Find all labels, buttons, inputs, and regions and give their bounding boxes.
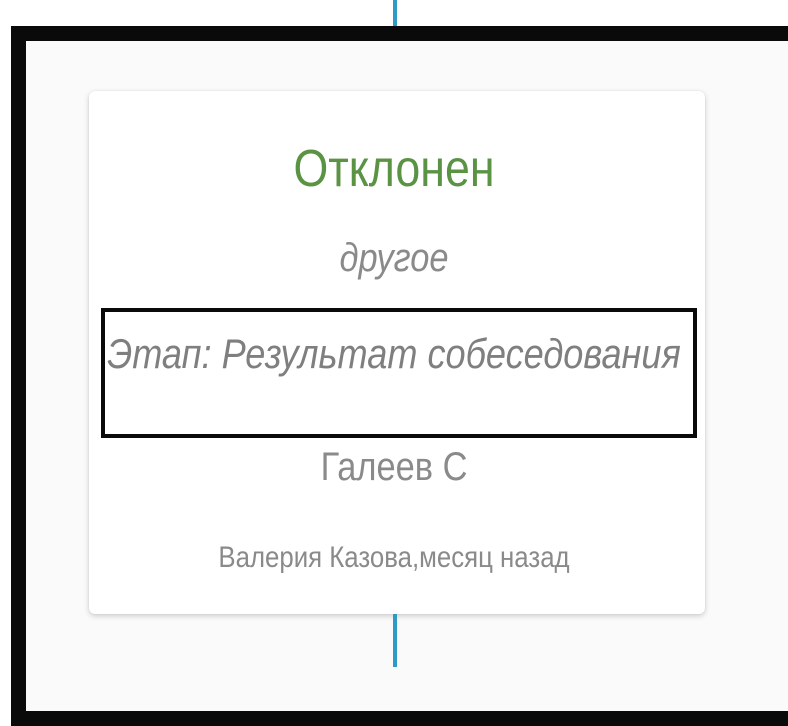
candidate-name: Галеев С: [320, 445, 468, 489]
timeline-line-bottom: [393, 614, 397, 667]
stage-label: Этап: Результат собеседования: [107, 330, 681, 377]
event-status: Отклонен: [293, 140, 495, 198]
rejection-reason: другое: [339, 236, 449, 280]
author-timestamp: Валерия Казова,месяц назад: [218, 541, 570, 574]
